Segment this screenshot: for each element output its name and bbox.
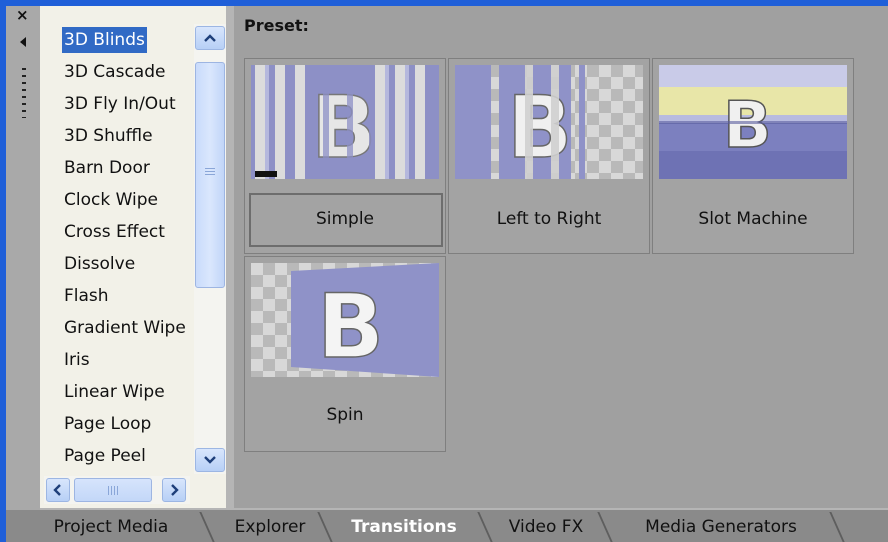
collapse-arrow-icon[interactable] <box>20 37 26 47</box>
scroll-right-button[interactable] <box>162 478 186 502</box>
svg-text:B: B <box>317 275 384 377</box>
close-icon[interactable]: × <box>16 8 29 23</box>
preset-panel: Preset: B Simple B Left to Right B Slot … <box>234 6 888 508</box>
preset-card-simple[interactable]: B Simple <box>244 58 446 254</box>
list-horizontal-scrollbar[interactable] <box>44 476 190 504</box>
tab-explorer[interactable]: Explorer <box>214 512 326 542</box>
spin-thumbnail: B <box>251 263 439 377</box>
preset-card-spin[interactable]: B Spin <box>244 256 446 452</box>
transitions-list-panel: 3D Blinds 3D Cascade 3D Fly In/Out 3D Sh… <box>40 6 226 508</box>
list-item-gradient-wipe[interactable]: Gradient Wipe <box>40 312 192 344</box>
preset-card-label: Spin <box>326 405 364 425</box>
transitions-window: × 3D Blinds 3D Cascade 3D Fly In/Out 3D … <box>6 6 888 542</box>
grip-icon <box>205 168 215 176</box>
list-vertical-scrollbar[interactable] <box>194 24 226 474</box>
preset-card-slot-machine[interactable]: B Slot Machine <box>652 58 854 254</box>
preset-card-label: Simple <box>315 209 375 229</box>
list-item-barn-door[interactable]: Barn Door <box>40 152 192 184</box>
svg-text:B: B <box>311 78 377 178</box>
list-item-page-peel[interactable]: Page Peel <box>40 440 192 472</box>
list-item-3d-fly-in-out[interactable]: 3D Fly In/Out <box>40 88 192 120</box>
tab-video-fx[interactable]: Video FX <box>486 512 606 542</box>
list-item-linear-wipe[interactable]: Linear Wipe <box>40 376 192 408</box>
list-item-dissolve[interactable]: Dissolve <box>40 248 192 280</box>
list-item-page-loop[interactable]: Page Loop <box>40 408 192 440</box>
grip-icon <box>108 486 118 495</box>
drag-handle-icon[interactable] <box>22 68 26 118</box>
scroll-down-button[interactable] <box>195 448 225 472</box>
chevron-up-icon <box>204 34 216 42</box>
preset-card-label: Left to Right <box>496 209 602 229</box>
window-tab-bar: Project Media Explorer Transitions Video… <box>6 510 888 542</box>
scroll-left-button[interactable] <box>46 478 70 502</box>
transitions-list: 3D Blinds 3D Cascade 3D Fly In/Out 3D Sh… <box>40 24 192 474</box>
preset-heading: Preset: <box>244 16 309 35</box>
horizontal-scroll-thumb[interactable] <box>74 478 152 502</box>
blinds-thumbnail: B <box>251 65 439 179</box>
chevron-right-icon <box>171 484 179 496</box>
list-item-flash[interactable]: Flash <box>40 280 192 312</box>
preset-card-left-to-right[interactable]: B Left to Right <box>448 58 650 254</box>
blinds-ltr-thumbnail: B <box>455 65 643 179</box>
list-item-3d-cascade[interactable]: 3D Cascade <box>40 56 192 88</box>
tab-project-media[interactable]: Project Media <box>16 512 206 542</box>
list-item-3d-shuffle[interactable]: 3D Shuffle <box>40 120 192 152</box>
list-item-clock-wipe[interactable]: Clock Wipe <box>40 184 192 216</box>
svg-text:B: B <box>507 78 573 178</box>
list-item-cross-effect[interactable]: Cross Effect <box>40 216 192 248</box>
list-item-3d-blinds[interactable]: 3D Blinds <box>40 24 192 56</box>
chevron-left-icon <box>53 484 61 496</box>
tab-media-generators[interactable]: Media Generators <box>616 512 826 542</box>
list-item-iris[interactable]: Iris <box>40 344 192 376</box>
dock-gripper[interactable]: × <box>6 6 40 510</box>
slot-machine-thumbnail: B <box>659 65 847 179</box>
scroll-thumb[interactable] <box>195 62 225 288</box>
scroll-up-button[interactable] <box>195 26 225 50</box>
chevron-down-icon <box>204 456 216 464</box>
tab-divider <box>829 512 845 542</box>
svg-text:B: B <box>723 89 772 163</box>
preset-card-label: Slot Machine <box>698 209 808 229</box>
tab-transitions[interactable]: Transitions <box>330 512 478 542</box>
